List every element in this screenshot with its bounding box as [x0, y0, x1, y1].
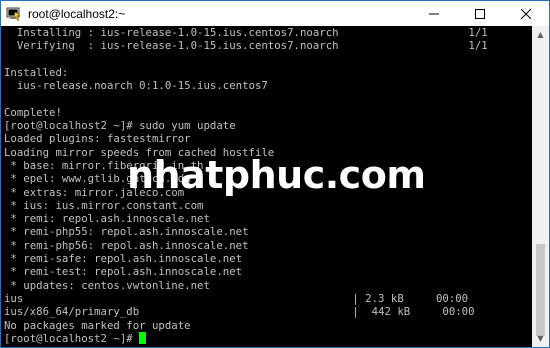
terminal-line-text: Complete!: [4, 105, 62, 119]
terminal-line: * ius: ius.mirror.constant.com: [4, 199, 532, 212]
terminal-line-status: 1/1: [468, 26, 488, 39]
terminal-line: ius-release.noarch 0:1.0-15.ius.centos7: [4, 79, 532, 92]
terminal-cursor: [139, 331, 147, 344]
close-button[interactable]: [503, 1, 549, 26]
close-icon: [521, 8, 531, 19]
window-controls: [411, 1, 549, 26]
maximize-button[interactable]: [457, 1, 503, 26]
terminal-line-text: Verifying : ius-release-1.0-15.ius.cento…: [4, 39, 339, 53]
terminal-line-text: * remi-php56: repol.ash.innoscale.net: [4, 238, 249, 252]
vertical-scrollbar[interactable]: ▲ ▼: [532, 26, 549, 347]
terminal-line: * remi-php55: repol.ash.innoscale.net: [4, 225, 532, 238]
window-title: root@localhost2:~: [28, 6, 126, 21]
title-bar[interactable]: root@localhost2:~: [1, 1, 549, 26]
minimize-button[interactable]: [411, 1, 457, 26]
terminal-line: * remi-php56: repol.ash.innoscale.net: [4, 239, 532, 252]
terminal-line-text: * ius: ius.mirror.constant.com: [4, 198, 204, 212]
scroll-up-icon[interactable]: ▲: [532, 26, 549, 43]
scrollbar-thumb[interactable]: [536, 244, 545, 336]
terminal-line-text: [root@localhost2 ~]# sudo yum update: [4, 119, 236, 133]
terminal-line: * remi-safe: repol.ash.innoscale.net: [4, 252, 532, 265]
terminal-line-status: | 442 kB 00:00: [352, 305, 475, 319]
terminal-line: Installing : ius-release-1.0-15.ius.cent…: [4, 26, 532, 39]
terminal-line: Complete!: [4, 106, 532, 119]
terminal-line: [root@localhost2 ~]# sudo yum update: [4, 119, 532, 132]
terminal-line-text: No packages marked for update: [4, 318, 191, 332]
terminal-line-status: 1/1: [468, 39, 488, 53]
terminal-line-text: ius: [4, 291, 24, 305]
terminal-line-text: * updates: centos.vwtonline.net: [4, 278, 210, 292]
watermark-logo: nhatphuc.com: [127, 153, 426, 197]
terminal-line-status: | 2.3 kB 00:00: [352, 291, 469, 305]
terminal-line-text: * remi-safe: repol.ash.innoscale.net: [4, 252, 243, 266]
terminal-line-text: Installed:: [4, 65, 69, 79]
terminal-line-text: Installing : ius-release-1.0-15.ius.cent…: [4, 26, 339, 39]
terminal-window: root@localhost2:~ Installing : ius-relea…: [0, 0, 550, 348]
terminal-line-text: * remi-php55: repol.ash.innoscale.net: [4, 225, 249, 239]
terminal-line: ius/x86_64/primary_db | 442 kB 00:00: [4, 305, 532, 318]
terminal-line: ius | 2.3 kB 00:00: [4, 292, 532, 305]
terminal-line: Verifying : ius-release-1.0-15.ius.cento…: [4, 39, 532, 52]
terminal-line-text: * remi: repol.ash.innoscale.net: [4, 212, 210, 226]
minimize-icon: [429, 13, 439, 14]
terminal-line-text: [root@localhost2 ~]#: [4, 331, 140, 345]
terminal-line: No packages marked for update: [4, 319, 532, 332]
terminal-line-text: * remi-test: repol.ash.innoscale.net: [4, 265, 243, 279]
terminal-line: * remi-test: repol.ash.innoscale.net: [4, 265, 532, 278]
scroll-down-icon[interactable]: ▼: [532, 330, 549, 347]
terminal-line-text: Loaded plugins: fastestmirror: [4, 132, 191, 146]
putty-terminal-icon[interactable]: [6, 6, 22, 22]
terminal-line: * remi: repol.ash.innoscale.net: [4, 212, 532, 225]
maximize-icon: [475, 8, 485, 19]
terminal-line-text: ius/x86_64/primary_db: [4, 305, 140, 319]
terminal-line: [root@localhost2 ~]#: [4, 331, 532, 345]
terminal-line-text: ius-release.noarch 0:1.0-15.ius.centos7: [4, 79, 268, 93]
terminal-line: * updates: centos.vwtonline.net: [4, 279, 532, 292]
terminal-line: Installed:: [4, 66, 532, 79]
terminal-line: Loaded plugins: fastestmirror: [4, 132, 532, 145]
